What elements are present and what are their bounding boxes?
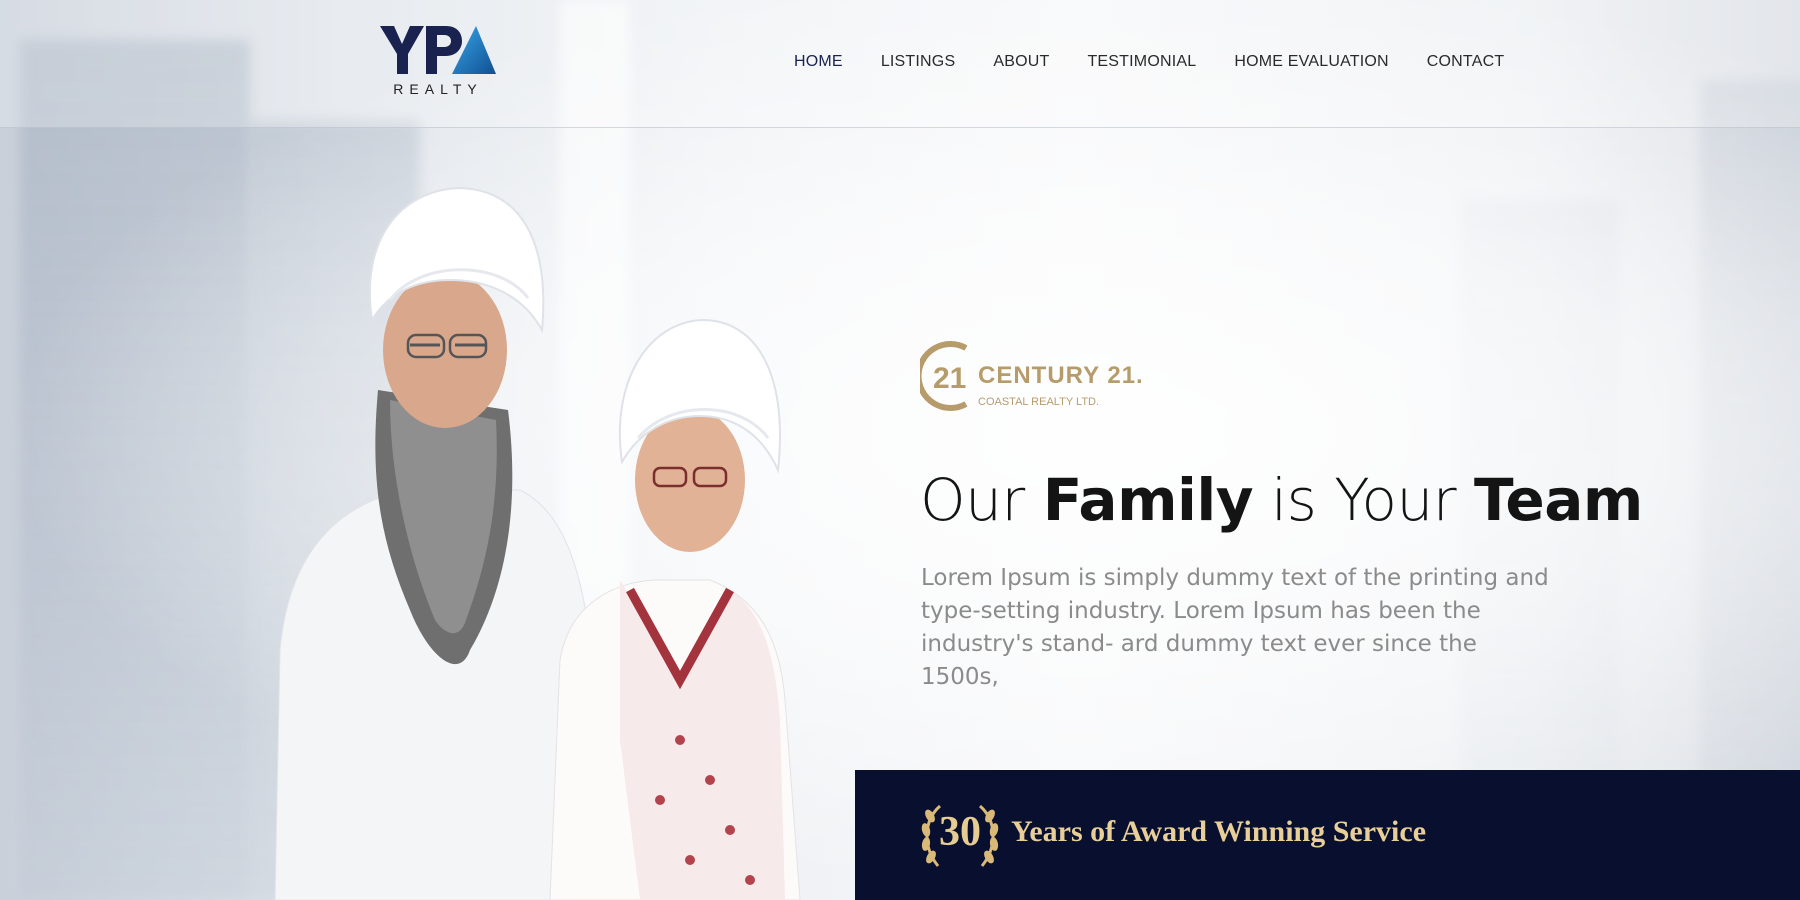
- nav-home[interactable]: HOME: [794, 53, 843, 71]
- century21-name: CENTURY 21.: [978, 362, 1144, 389]
- century21-seal-number: 21: [933, 362, 966, 395]
- nav-testimonial[interactable]: TESTIMONIAL: [1087, 53, 1196, 71]
- main-nav: HOME LISTINGS ABOUT TESTIMONIAL HOME EVA…: [794, 53, 1504, 71]
- ypa-realty-logo[interactable]: REALTY: [380, 24, 496, 100]
- site-header: REALTY HOME LISTINGS ABOUT TESTIMONIAL H…: [0, 0, 1800, 128]
- family-photo: [274, 186, 801, 900]
- nav-listings[interactable]: LISTINGS: [881, 53, 956, 71]
- headline-word-our: Our: [920, 466, 1025, 534]
- century21-seal-icon: 21: [920, 341, 968, 411]
- headline-word-family: Family: [1042, 466, 1254, 534]
- logo-subtitle: REALTY: [393, 81, 483, 97]
- headline-word-is-your: is Your: [1271, 466, 1457, 534]
- hero-description: Lorem Ipsum is simply dummy text of the …: [921, 565, 1549, 690]
- hero-headline: Our Family is Your Team: [920, 466, 1643, 534]
- century21-logo: 21 CENTURY 21. COASTAL REALTY LTD.: [920, 338, 1143, 416]
- nav-contact[interactable]: CONTACT: [1427, 53, 1505, 71]
- headline-word-team: Team: [1474, 466, 1643, 534]
- years-number: 30: [939, 809, 981, 855]
- ypa-logo-mark-icon: [380, 26, 496, 74]
- award-banner-text: Years of Award Winning Service: [1011, 815, 1427, 848]
- nav-home-evaluation[interactable]: HOME EVALUATION: [1234, 53, 1388, 71]
- nav-about[interactable]: ABOUT: [993, 53, 1049, 71]
- century21-subtitle: COASTAL REALTY LTD.: [978, 396, 1100, 408]
